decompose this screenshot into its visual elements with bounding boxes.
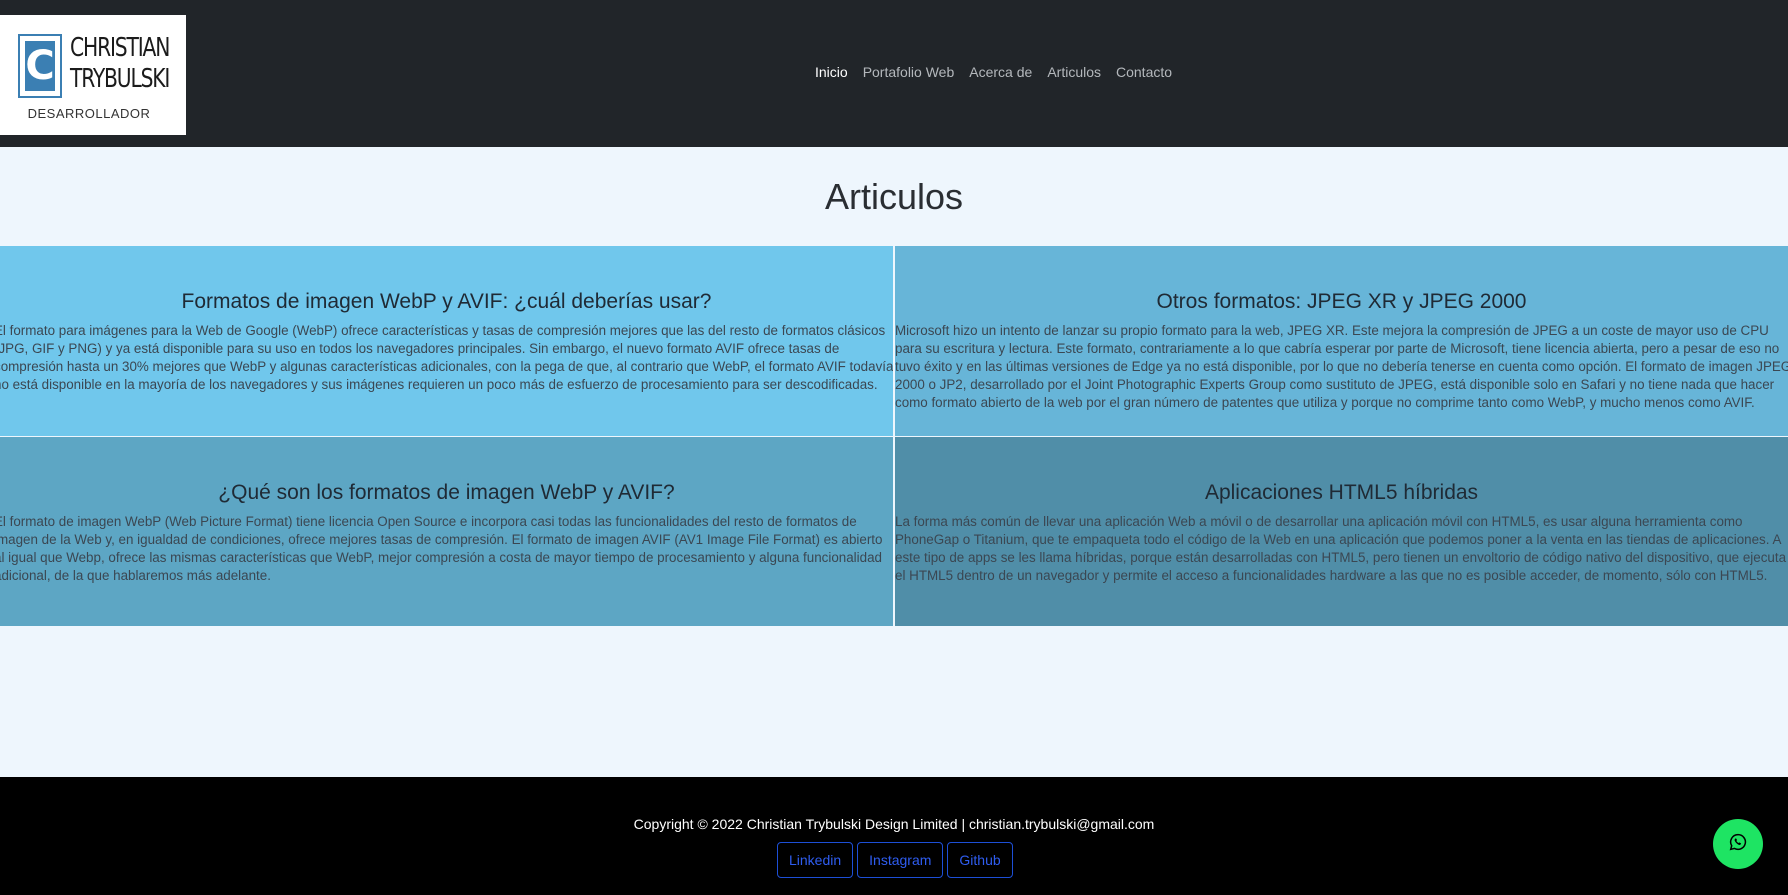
nav-item-contacto[interactable]: Contacto: [1116, 62, 1172, 82]
logo-name-line1: CHRISTIAN: [70, 33, 170, 63]
article-body: El formato para imágenes para la Web de …: [0, 323, 893, 392]
whatsapp-icon: [1729, 833, 1747, 856]
article-body: Microsoft hizo un intento de lanzar su p…: [895, 323, 1788, 410]
article-body: El formato de imagen WebP (Web Picture F…: [0, 514, 883, 583]
article-title: Aplicaciones HTML5 híbridas: [1204, 481, 1479, 504]
logo-subtitle: DESARROLLADOR: [27, 106, 151, 121]
nav-item-acerca-de[interactable]: Acerca de: [969, 62, 1032, 82]
social-links: Linkedin Instagram Github: [777, 842, 1013, 878]
nav-item-portafolio-web[interactable]: Portafolio Web: [863, 62, 955, 82]
linkedin-button[interactable]: Linkedin: [777, 842, 854, 878]
page-title: Articulos: [824, 176, 964, 217]
github-button[interactable]: Github: [947, 842, 1013, 878]
logo-name-line2: TRYBULSKI: [70, 64, 170, 94]
article-card[interactable]: Formatos de imagen WebP y AVIF: ¿cuál de…: [0, 246, 893, 436]
nav-item-inicio[interactable]: Inicio: [815, 62, 848, 82]
article-card[interactable]: Aplicaciones HTML5 híbridas La forma más…: [895, 437, 1788, 626]
logo-letter: C: [25, 41, 55, 91]
copyright-text: Copyright © 2022 Christian Trybulski Des…: [633, 816, 1155, 832]
site-logo[interactable]: C CHRISTIAN TRYBULSKI DESARROLLADOR: [0, 15, 186, 135]
article-title: Formatos de imagen WebP y AVIF: ¿cuál de…: [181, 290, 712, 313]
logo-name: CHRISTIAN TRYBULSKI: [70, 33, 170, 95]
site-footer: Copyright © 2022 Christian Trybulski Des…: [0, 777, 1788, 895]
article-card[interactable]: ¿Qué son los formatos de imagen WebP y A…: [0, 437, 893, 626]
logo-mark: C: [18, 34, 62, 98]
main-nav: Inicio Portafolio Web Acerca de Articulo…: [815, 62, 1187, 82]
site-header: C CHRISTIAN TRYBULSKI DESARROLLADOR Inic…: [0, 0, 1788, 147]
article-title: Otros formatos: JPEG XR y JPEG 2000: [1156, 290, 1527, 313]
whatsapp-button[interactable]: [1713, 819, 1763, 869]
nav-item-articulos[interactable]: Articulos: [1047, 62, 1101, 82]
article-body: La forma más común de llevar una aplicac…: [895, 514, 1787, 583]
article-card[interactable]: Otros formatos: JPEG XR y JPEG 2000 Micr…: [895, 246, 1788, 436]
article-title: ¿Qué son los formatos de imagen WebP y A…: [218, 481, 675, 504]
instagram-button[interactable]: Instagram: [857, 842, 944, 878]
